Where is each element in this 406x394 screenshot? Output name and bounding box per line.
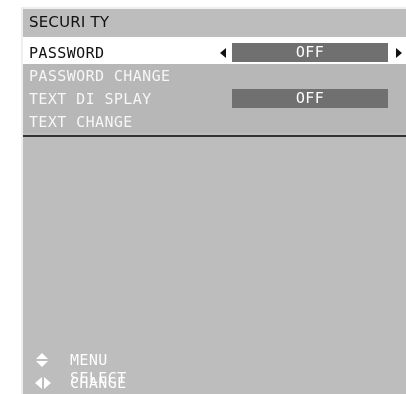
password-value[interactable]: OFF xyxy=(232,43,388,62)
menu-item-text-display[interactable]: TEXT DI SPLAY OFF xyxy=(23,87,406,110)
menu-item-password-change[interactable]: PASSWORD CHANGE xyxy=(23,64,406,87)
menu-item-password[interactable]: PASSWORD OFF xyxy=(23,41,406,64)
menu-item-label: PASSWORD xyxy=(29,44,105,62)
menu-item-text-change[interactable]: TEXT CHANGE xyxy=(23,110,406,133)
up-down-arrows-icon xyxy=(36,353,48,367)
security-menu-panel: SECURI TY PASSWORD OFF PASSWORD CHANGE T… xyxy=(21,7,406,394)
left-arrow-icon[interactable] xyxy=(220,48,226,58)
osd-menu-frame: SECURI TY PASSWORD OFF PASSWORD CHANGE T… xyxy=(16,7,406,394)
menu-item-label: TEXT DI SPLAY xyxy=(29,90,152,108)
footer-label: CHANGE xyxy=(70,374,127,392)
menu-item-label: TEXT CHANGE xyxy=(29,113,133,131)
menu-item-label: PASSWORD CHANGE xyxy=(29,67,171,85)
right-arrow-icon[interactable] xyxy=(396,48,402,58)
menu-title: SECURI TY xyxy=(29,13,110,31)
text-display-value[interactable]: OFF xyxy=(232,89,388,108)
left-right-arrows-icon xyxy=(35,377,51,389)
menu-bottom-divider xyxy=(23,135,406,137)
